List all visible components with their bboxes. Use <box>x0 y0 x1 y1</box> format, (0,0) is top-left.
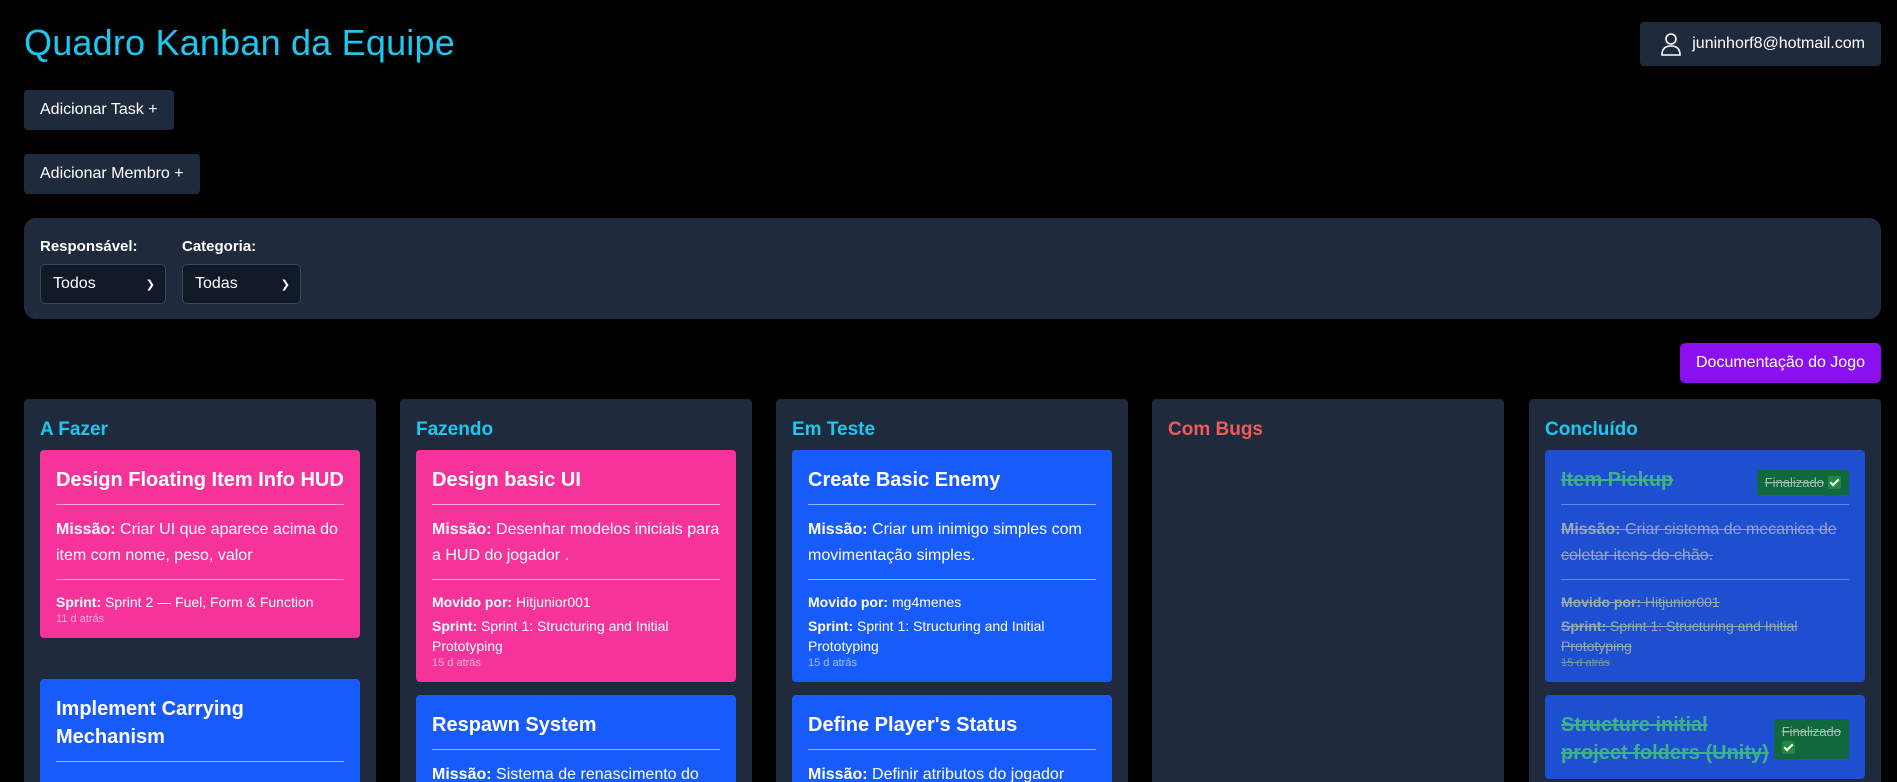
sprint-label: Sprint: <box>56 594 102 610</box>
moved-by-text: Hitjunior001 <box>1645 594 1720 610</box>
mission-label: Missão: <box>432 521 492 538</box>
task-sprint: Sprint: Sprint 1: Structuring and Initia… <box>432 616 720 656</box>
task-time: 15 d atrás <box>808 657 857 669</box>
add-task-button[interactable]: Adicionar Task + <box>24 90 174 130</box>
moved-by-text: mg4menes <box>892 594 962 610</box>
mission-text: Sistema de renascimento do <box>496 766 699 782</box>
add-member-button[interactable]: Adicionar Membro + <box>24 154 200 194</box>
task-card[interactable]: Finalizado Structure initial project fol… <box>1545 695 1865 779</box>
divider <box>56 504 344 505</box>
categoria-label: Categoria: <box>182 238 257 255</box>
task-mission: Missão: Sistema de renascimento do <box>432 762 720 782</box>
task-title: Create Basic Enemy <box>808 469 1001 491</box>
column-a-fazer: A Fazer Design Floating Item Info HUD Mi… <box>24 399 376 782</box>
task-title: Define Player's Status <box>808 714 1018 736</box>
column-title: Concluído <box>1545 419 1638 440</box>
mission-label: Missão: <box>808 766 868 782</box>
task-moved-by: Movido por: Hitjunior001 <box>1561 592 1849 612</box>
divider <box>56 579 344 580</box>
categoria-select[interactable]: Todas ❯ <box>182 264 301 304</box>
sprint-label: Sprint: <box>808 618 854 634</box>
task-sprint: Sprint: Sprint 2 — Fuel, Form & Function <box>56 592 344 612</box>
column-com-bugs: Com Bugs <box>1152 399 1504 782</box>
divider <box>808 749 1096 750</box>
task-title: Implement Carrying Mechanism <box>56 698 244 748</box>
task-card[interactable]: Define Player's Status Missão: Definir a… <box>792 695 1112 782</box>
responsavel-value: Todos <box>53 275 96 292</box>
task-moved-by: Movido por: mg4menes <box>808 592 1096 612</box>
finalizado-badge: Finalizado <box>1756 470 1849 495</box>
responsavel-filter: Responsável: Todos ❯ <box>40 238 166 304</box>
sprint-label: Sprint: <box>1561 618 1607 634</box>
badge-label: Finalizado <box>1764 475 1824 490</box>
divider <box>1561 504 1849 505</box>
mission-label: Missão: <box>56 521 116 538</box>
user-email: juninhorf8@hotmail.com <box>1692 35 1865 52</box>
documentation-button[interactable]: Documentação do Jogo <box>1680 343 1881 383</box>
task-sprint: Sprint: Sprint 1: Structuring and Initia… <box>1561 616 1849 656</box>
task-card[interactable]: Finalizado Item Pickup Missão: Criar sis… <box>1545 450 1865 682</box>
sprint-label: Sprint: <box>432 618 478 634</box>
task-card[interactable]: Design Floating Item Info HUD Missão: Cr… <box>40 450 360 638</box>
divider <box>432 749 720 750</box>
mission-text: Definir atributos do jogador <box>872 766 1065 782</box>
task-card[interactable]: Design basic UI Missão: Desenhar modelos… <box>416 450 736 682</box>
checkmark-icon <box>1781 741 1795 754</box>
column-title: Com Bugs <box>1168 419 1263 440</box>
user-account-button[interactable]: juninhorf8@hotmail.com <box>1640 22 1881 66</box>
task-mission: Missão: Criar um inimigo simples com mov… <box>808 517 1096 569</box>
sprint-text: Sprint 2 — Fuel, Form & Function <box>105 594 314 610</box>
task-title: Design basic UI <box>432 469 581 491</box>
divider <box>1561 579 1849 580</box>
divider <box>432 579 720 580</box>
task-card[interactable]: Implement Carrying Mechanism <box>40 679 360 782</box>
page-title: Quadro Kanban da Equipe <box>24 22 455 63</box>
moved-by-text: Hitjunior001 <box>516 594 591 610</box>
task-mission: Missão: Criar sistema de mecanica de col… <box>1561 517 1849 569</box>
divider <box>432 504 720 505</box>
responsavel-label: Responsável: <box>40 238 138 255</box>
finalizado-badge: Finalizado <box>1773 719 1849 759</box>
mission-label: Missão: <box>1561 521 1621 538</box>
task-mission: Missão: Desenhar modelos iniciais para a… <box>432 517 720 569</box>
moved-label: Movido por: <box>432 594 513 610</box>
task-card[interactable]: Respawn System Missão: Sistema de renasc… <box>416 695 736 782</box>
moved-label: Movido por: <box>1561 594 1642 610</box>
badge-label: Finalizado <box>1781 724 1841 739</box>
column-title: Fazendo <box>416 419 494 440</box>
responsavel-select[interactable]: Todos ❯ <box>40 264 166 304</box>
task-time: 11 d atrás <box>56 613 105 625</box>
task-title: Respawn System <box>432 714 597 736</box>
task-time: 15 d atrás <box>432 657 481 669</box>
column-em-teste: Em Teste Create Basic Enemy Missão: Cria… <box>776 399 1128 782</box>
chevron-down-icon: ❯ <box>145 278 155 291</box>
moved-label: Movido por: <box>808 594 889 610</box>
task-mission: Missão: Criar UI que aparece acima do it… <box>56 517 344 569</box>
task-card[interactable]: Create Basic Enemy Missão: Criar um inim… <box>792 450 1112 682</box>
divider <box>808 579 1096 580</box>
task-moved-by: Movido por: Hitjunior001 <box>432 592 720 612</box>
filters-panel: Responsável: Todos ❯ Categoria: Todas ❯ <box>24 218 1881 319</box>
user-icon <box>1661 33 1682 56</box>
column-title: A Fazer <box>40 419 108 440</box>
column-concluido: Concluído Finalizado Item Pickup Missão:… <box>1529 399 1881 782</box>
column-title: Em Teste <box>792 419 876 440</box>
categoria-value: Todas <box>195 275 238 292</box>
checkmark-icon <box>1828 476 1841 489</box>
column-fazendo: Fazendo Design basic UI Missão: Desenhar… <box>400 399 752 782</box>
mission-label: Missão: <box>432 766 492 782</box>
mission-label: Missão: <box>808 521 868 538</box>
divider <box>56 761 344 762</box>
task-sprint: Sprint: Sprint 1: Structuring and Initia… <box>808 616 1096 656</box>
task-time: 15 d atrás <box>1561 657 1610 669</box>
task-mission: Missão: Definir atributos do jogador <box>808 762 1096 782</box>
chevron-down-icon: ❯ <box>280 278 290 291</box>
divider <box>808 504 1096 505</box>
task-title: Design Floating Item Info HUD <box>56 469 344 491</box>
categoria-filter: Categoria: Todas ❯ <box>182 238 301 304</box>
